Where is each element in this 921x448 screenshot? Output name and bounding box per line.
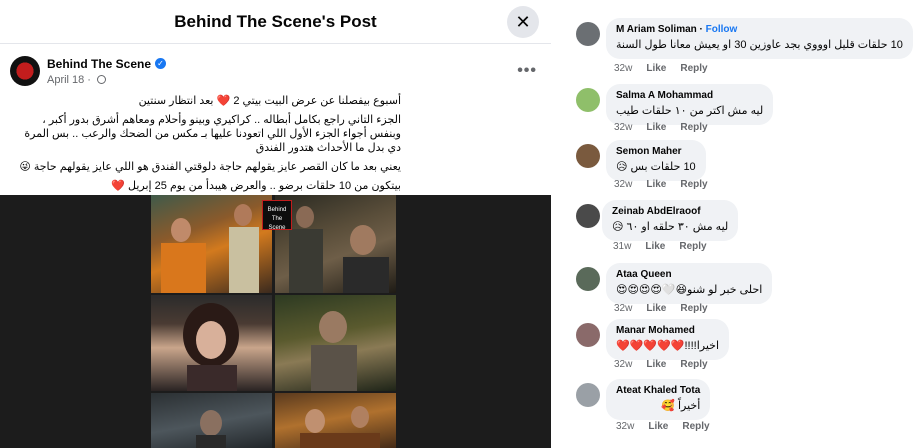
comment-age[interactable]: 32w: [614, 303, 632, 314]
like-button[interactable]: Like: [646, 122, 666, 133]
show-logo-badge: Behind The Scene: [262, 200, 292, 231]
tile-figure: [183, 303, 239, 391]
avatar[interactable]: [576, 204, 600, 228]
photo-tile: [275, 393, 396, 448]
post-media[interactable]: Behind The Scene: [0, 195, 551, 448]
post-author: Behind The Scene ✓ April 18 ·: [10, 56, 167, 86]
more-options-button[interactable]: •••: [517, 62, 537, 80]
dialog-header: Behind The Scene's Post ✕: [0, 0, 551, 44]
comment-author[interactable]: M Ariam Soliman: [616, 24, 697, 35]
globe-icon: [96, 75, 106, 84]
page-avatar[interactable]: [10, 56, 40, 86]
post-text-line: بيتكون من 10 حلقات برضو .. والعرض هيبدأ …: [111, 180, 401, 192]
comment-author[interactable]: Semon Maher: [616, 146, 696, 157]
comment-bubble: M Ariam Soliman · Follow 10 حلقات قليل ا…: [606, 18, 913, 59]
photo-tile: [275, 195, 396, 293]
date-separator: ·: [87, 73, 91, 86]
like-button[interactable]: Like: [646, 179, 666, 190]
tile-figure: [300, 406, 380, 448]
reply-button[interactable]: Reply: [679, 241, 706, 252]
dialog-title: Behind The Scene's Post: [174, 12, 377, 31]
avatar[interactable]: [576, 267, 600, 291]
comment-actions: 31w Like Reply: [613, 241, 721, 252]
tile-figure: [289, 206, 389, 293]
comment-text: ليه مش اكتر من ١٠ حلقات طيب: [616, 105, 764, 117]
comment-author[interactable]: Ataa Queen: [616, 269, 762, 280]
comment-bubble: Manar Mohamed اخيرا!!!!❤️❤️❤️❤️❤️: [606, 319, 730, 360]
author-name[interactable]: Behind The Scene: [47, 57, 151, 71]
comment-text: احلى خبر لو شنو😆🤍😍😍😍😍: [616, 284, 763, 296]
comment-bubble: Salma A Mohammad ليه مش اكتر من ١٠ حلقات…: [606, 84, 774, 125]
comment-bubble: Ataa Queen احلى خبر لو شنو😆🤍😍😍😍😍: [606, 263, 773, 304]
photo-tile: [151, 295, 272, 391]
photo-tile: [151, 393, 272, 448]
photo-tile: [151, 195, 272, 293]
follow-button[interactable]: Follow: [706, 24, 738, 35]
comment-bubble: Zeinab AbdElraoof ليه مش ٣٠ حلقه او ٦٠ 😥: [602, 200, 739, 241]
tile-figure: [161, 204, 259, 293]
comment-text: أخيراً 🥰: [661, 400, 701, 412]
tile-figure: [311, 311, 357, 391]
avatar[interactable]: [576, 144, 600, 168]
comment-actions: 32w Like Reply: [614, 179, 722, 190]
close-icon: ✕: [515, 11, 531, 32]
comment-age[interactable]: 32w: [614, 179, 632, 190]
post-text-line: يعني بعد ما كان القصر عايز يقولهم حاجة د…: [19, 161, 401, 173]
like-button[interactable]: Like: [646, 63, 666, 74]
avatar[interactable]: [576, 323, 600, 347]
comment-bubble: Ateat Khaled Tota أخيراً 🥰: [606, 379, 711, 420]
reply-button[interactable]: Reply: [680, 179, 707, 190]
post-text-line: الجزء التاني راجع بكامل أبطاله .. كراكير…: [24, 114, 401, 154]
like-button[interactable]: Like: [645, 241, 665, 252]
comment-age[interactable]: 32w: [616, 421, 634, 432]
avatar[interactable]: [576, 22, 600, 46]
reply-button[interactable]: Reply: [680, 63, 707, 74]
comment-bubble: Semon Maher 10 حلقات بس 😥: [606, 140, 706, 181]
verified-badge-icon: ✓: [155, 58, 167, 69]
comment-age[interactable]: 31w: [613, 241, 631, 252]
reply-button[interactable]: Reply: [680, 122, 707, 133]
comment-actions: 32w Like Reply: [614, 122, 722, 133]
comment-actions: 32w Like Reply: [616, 421, 724, 432]
comment-author[interactable]: Ateat Khaled Tota: [616, 385, 700, 396]
post-date[interactable]: April 18: [47, 74, 84, 86]
avatar[interactable]: [576, 383, 600, 407]
comment-text: ليه مش ٣٠ حلقه او ٦٠ 😥: [612, 221, 729, 233]
like-button[interactable]: Like: [646, 359, 666, 370]
comment-age[interactable]: 32w: [614, 63, 632, 74]
comment-text: 10 حلقات بس 😥: [616, 161, 696, 173]
reply-button[interactable]: Reply: [680, 359, 707, 370]
post-text: أسبوع بيفصلنا عن عرض البيت بيتي 2 ❤️ بعد…: [12, 94, 401, 198]
comment-text: 10 حلقات قليل اوووي بجد عاوزين 30 او يعي…: [616, 39, 903, 51]
reply-button[interactable]: Reply: [680, 303, 707, 314]
post-dialog: Behind The Scene's Post ✕ Behind The Sce…: [0, 0, 551, 448]
comments-panel: M Ariam Soliman · Follow 10 حلقات قليل ا…: [574, 18, 914, 448]
like-button[interactable]: Like: [648, 421, 668, 432]
comment-text: اخيرا!!!!❤️❤️❤️❤️❤️: [616, 340, 720, 352]
comment-age[interactable]: 32w: [614, 359, 632, 370]
photo-tile: [275, 295, 396, 391]
post-text-line: أسبوع بيفصلنا عن عرض البيت بيتي 2 ❤️ بعد…: [138, 95, 401, 107]
tile-figure: [196, 410, 226, 448]
comment-author[interactable]: Zeinab AbdElraoof: [612, 206, 728, 217]
reply-button[interactable]: Reply: [682, 421, 709, 432]
comment-actions: 32w Like Reply: [614, 359, 722, 370]
comment-age[interactable]: 32w: [614, 122, 632, 133]
close-button[interactable]: ✕: [507, 6, 539, 38]
comment-actions: 32w Like Reply: [614, 303, 722, 314]
comment-author[interactable]: Salma A Mohammad: [616, 90, 763, 101]
like-button[interactable]: Like: [646, 303, 666, 314]
avatar[interactable]: [576, 88, 600, 112]
comment-actions: 32w Like Reply: [614, 63, 722, 74]
comment-author[interactable]: Manar Mohamed: [616, 325, 719, 336]
